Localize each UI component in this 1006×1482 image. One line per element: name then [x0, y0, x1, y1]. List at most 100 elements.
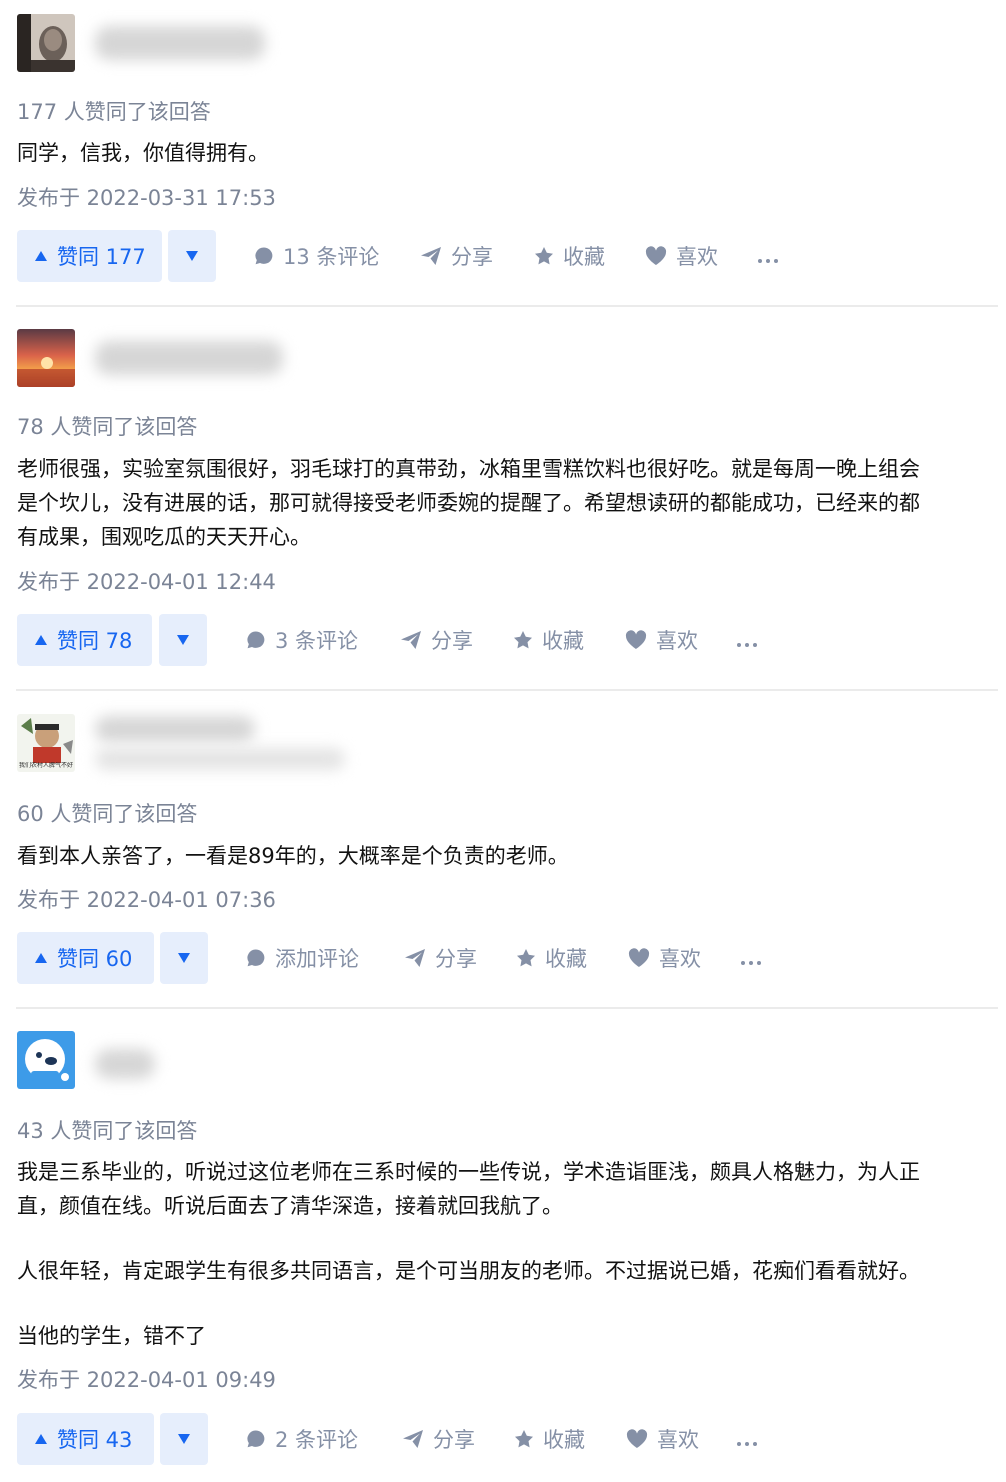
- answer-paragraph: 当他的学生，错不了: [17, 1324, 206, 1348]
- collect-button[interactable]: 收藏: [513, 614, 584, 666]
- star-icon: [514, 1429, 534, 1449]
- author-name-redacted: [95, 716, 255, 742]
- collect-label: 收藏: [563, 245, 605, 269]
- answer-content: 同学，信我，你值得拥有。: [17, 136, 995, 170]
- triangle-up-icon: [35, 1434, 47, 1444]
- triangle-down-icon: [178, 1434, 190, 1444]
- heart-icon: [628, 948, 650, 968]
- collect-label: 收藏: [542, 629, 584, 653]
- answer-paragraph: 我是三系毕业的，听说过这位老师在三系时候的一些传说，学术造诣匪浅，颇具人格魅力，…: [17, 1160, 920, 1184]
- action-bar: 赞同 43 2 条评论 分享 收藏 喜欢: [17, 1413, 977, 1465]
- avatar-caption: 我们农村人脾气不好: [18, 762, 73, 769]
- vote-count-text: 60 人赞同了该回答: [17, 802, 198, 826]
- more-button[interactable]: [737, 1413, 761, 1465]
- like-button[interactable]: 喜欢: [628, 932, 701, 984]
- share-label: 分享: [435, 947, 477, 971]
- action-bar: 赞同 60 添加评论 分享 收藏 喜欢: [17, 932, 977, 984]
- share-button[interactable]: 分享: [404, 932, 477, 984]
- collect-label: 收藏: [545, 947, 587, 971]
- paper-plane-icon: [420, 246, 442, 266]
- triangle-up-icon: [35, 251, 47, 261]
- divider: [16, 305, 998, 307]
- action-bar: 赞同 78 3 条评论 分享 收藏 喜欢: [17, 614, 977, 666]
- avatar[interactable]: [17, 329, 75, 387]
- more-button[interactable]: [737, 614, 761, 666]
- like-label: 喜欢: [656, 629, 698, 653]
- answer-content: 我是三系毕业的，听说过这位老师在三系时候的一些传说，学术造诣匪浅，颇具人格魅力，…: [17, 1155, 995, 1353]
- comment-button[interactable]: 添加评论: [246, 932, 359, 984]
- author-info: [17, 1031, 617, 1089]
- like-label: 喜欢: [659, 947, 701, 971]
- vote-down-button[interactable]: [159, 614, 207, 666]
- vote-up-button[interactable]: 赞同 43: [17, 1413, 154, 1465]
- vote-up-button[interactable]: 赞同 78: [17, 614, 152, 666]
- vote-down-button[interactable]: [160, 932, 208, 984]
- vote-up-label: 赞同 60: [57, 947, 133, 971]
- share-button[interactable]: 分享: [400, 614, 473, 666]
- answer-content: 看到本人亲答了，一看是89年的，大概率是个负责的老师。: [17, 839, 995, 873]
- comment-button[interactable]: 13 条评论: [254, 230, 379, 282]
- like-button[interactable]: 喜欢: [626, 1413, 699, 1465]
- divider: [16, 1007, 998, 1009]
- triangle-up-icon: [35, 635, 47, 645]
- vote-count-text: 78 人赞同了该回答: [17, 415, 198, 439]
- author-name-redacted: [95, 26, 265, 60]
- avatar[interactable]: [17, 14, 75, 72]
- triangle-down-icon: [178, 953, 190, 963]
- vote-up-label: 赞同 177: [57, 245, 146, 269]
- vote-up-label: 赞同 43: [57, 1428, 133, 1452]
- publish-time: 发布于 2022-04-01 12:44: [17, 570, 276, 594]
- comment-bubble-icon: [246, 630, 266, 650]
- author-info: 我们农村人脾气不好: [17, 714, 617, 772]
- ellipsis-icon: [741, 946, 765, 971]
- vote-down-button[interactable]: [160, 1413, 208, 1465]
- collect-button[interactable]: 收藏: [516, 932, 587, 984]
- more-button[interactable]: [741, 932, 765, 984]
- triangle-down-icon: [177, 635, 189, 645]
- answer-feed: 177 人赞同了该回答 同学，信我，你值得拥有。 发布于 2022-03-31 …: [0, 0, 1006, 1482]
- publish-time: 发布于 2022-04-01 07:36: [17, 888, 276, 912]
- vote-up-button[interactable]: 赞同 177: [17, 230, 162, 282]
- answer-paragraph: 有成果，围观吃瓜的天天开心。: [17, 525, 311, 549]
- answer-paragraph: 看到本人亲答了，一看是89年的，大概率是个负责的老师。: [17, 844, 569, 868]
- comment-label: 3 条评论: [275, 629, 359, 653]
- ellipsis-icon: [737, 628, 761, 653]
- author-info: [17, 329, 617, 387]
- vote-up-button[interactable]: 赞同 60: [17, 932, 154, 984]
- share-label: 分享: [433, 1428, 475, 1452]
- vote-count-text: 177 人赞同了该回答: [17, 100, 211, 124]
- avatar[interactable]: 我们农村人脾气不好: [17, 714, 75, 772]
- star-icon: [513, 630, 533, 650]
- comment-label: 13 条评论: [283, 245, 380, 269]
- answer-content: 老师很强，实验室氛围很好，羽毛球打的真带劲，冰箱里雪糕饮料也很好吃。就是每周一晚…: [17, 452, 995, 554]
- more-button[interactable]: [758, 230, 782, 282]
- answer-paragraph: 是个坎儿，没有进展的话，那可就得接受老师委婉的提醒了。希望想读研的都能成功，已经…: [17, 491, 920, 515]
- like-label: 喜欢: [657, 1428, 699, 1452]
- collect-button[interactable]: 收藏: [514, 1413, 585, 1465]
- share-button[interactable]: 分享: [402, 1413, 475, 1465]
- comment-label: 2 条评论: [275, 1428, 359, 1452]
- heart-icon: [626, 1429, 648, 1449]
- paper-plane-icon: [400, 630, 422, 650]
- comment-button[interactable]: 2 条评论: [246, 1413, 358, 1465]
- paper-plane-icon: [402, 1429, 424, 1449]
- share-button[interactable]: 分享: [420, 230, 493, 282]
- heart-icon: [645, 246, 667, 266]
- triangle-down-icon: [186, 251, 198, 261]
- comment-bubble-icon: [254, 246, 274, 266]
- answer-paragraph: 直，颜值在线。听说后面去了清华深造，接着就回我航了。: [17, 1194, 563, 1218]
- vote-down-button[interactable]: [168, 230, 216, 282]
- answer-paragraph: 同学，信我，你值得拥有。: [17, 141, 269, 165]
- answer-paragraph: 老师很强，实验室氛围很好，羽毛球打的真带劲，冰箱里雪糕饮料也很好吃。就是每周一晚…: [17, 457, 920, 481]
- action-bar: 赞同 177 13 条评论 分享 收藏 喜欢: [17, 230, 977, 282]
- comment-label: 添加评论: [275, 947, 359, 971]
- like-button[interactable]: 喜欢: [645, 230, 718, 282]
- like-label: 喜欢: [676, 245, 718, 269]
- comment-button[interactable]: 3 条评论: [246, 614, 358, 666]
- triangle-up-icon: [35, 953, 47, 963]
- vote-up-label: 赞同 78: [57, 629, 133, 653]
- avatar[interactable]: [17, 1031, 75, 1089]
- collect-button[interactable]: 收藏: [534, 230, 605, 282]
- publish-time: 发布于 2022-03-31 17:53: [17, 186, 276, 210]
- like-button[interactable]: 喜欢: [625, 614, 698, 666]
